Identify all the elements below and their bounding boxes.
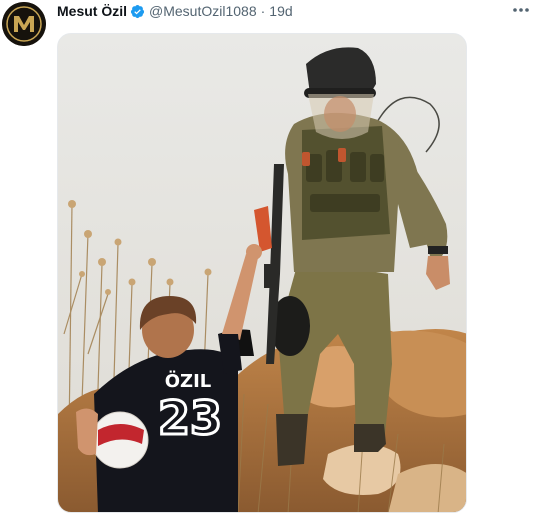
separator-dot: · bbox=[260, 3, 266, 19]
verified-badge-icon bbox=[130, 4, 145, 18]
more-horizontal-icon bbox=[513, 8, 529, 12]
author-avatar[interactable] bbox=[2, 2, 46, 46]
more-options-button[interactable] bbox=[511, 1, 531, 19]
tweet: Mesut Özil @MesutOzil1088 · 19d ÖZIL 23 bbox=[0, 0, 537, 513]
m10-logo-icon bbox=[2, 2, 46, 46]
tweet-header: Mesut Özil @MesutOzil1088 · 19d bbox=[57, 2, 293, 20]
jersey-number-text: 23 bbox=[158, 391, 222, 445]
author-display-name[interactable]: Mesut Özil bbox=[57, 2, 127, 20]
tweet-media-photo[interactable]: ÖZIL 23 bbox=[57, 33, 467, 513]
photo-boy-and-soldier: ÖZIL 23 bbox=[58, 34, 466, 512]
author-handle[interactable]: @MesutOzil1088 bbox=[149, 2, 257, 20]
jersey-name-text: ÖZIL bbox=[165, 370, 212, 392]
tweet-timestamp[interactable]: 19d bbox=[269, 2, 292, 20]
